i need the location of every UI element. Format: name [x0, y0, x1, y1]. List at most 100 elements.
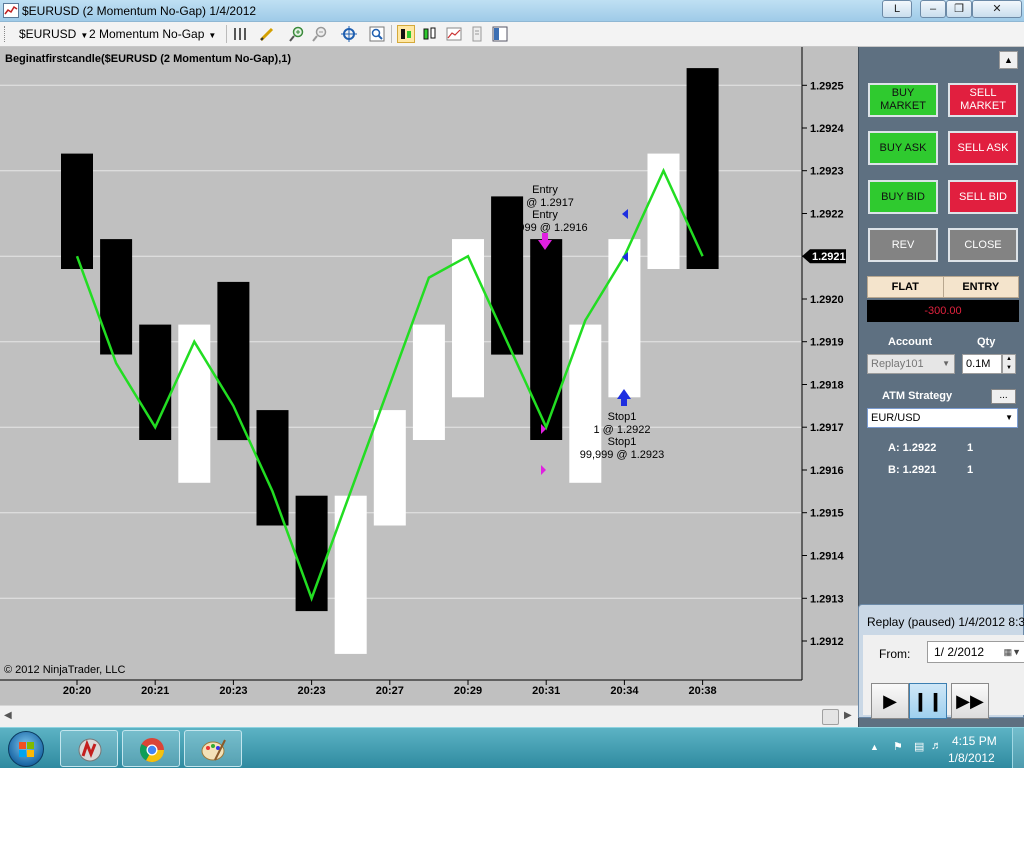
- price-bar[interactable]: [608, 239, 641, 398]
- bar-chart-style-icon[interactable]: [231, 25, 249, 43]
- x-tick-label: 20:34: [610, 685, 639, 697]
- play-icon: ▶: [883, 691, 897, 711]
- price-bar[interactable]: [373, 410, 406, 526]
- from-label: From:: [879, 647, 911, 661]
- from-date-value: 1/ 2/2012: [934, 645, 985, 659]
- bid-quantity: 1: [967, 464, 974, 476]
- windows-taskbar: ▲ ⚑ ▤ ♬ 4:15 PM 1/8/2012: [0, 727, 1024, 768]
- sell-bid-button[interactable]: SELL BID: [948, 180, 1018, 214]
- data-box-icon[interactable]: [445, 25, 463, 43]
- buy-ask-button[interactable]: BUY ASK: [868, 131, 938, 165]
- close-button[interactable]: ✕: [972, 0, 1022, 18]
- clock-time[interactable]: 4:15 PM: [952, 734, 997, 748]
- volume-icon[interactable]: ♬: [931, 740, 945, 754]
- ask-price: A: 1.2922: [888, 442, 937, 454]
- qty-label: Qty: [977, 336, 996, 348]
- restore-button[interactable]: ❐: [946, 0, 972, 18]
- toolbar-grip[interactable]: [4, 26, 8, 42]
- atm-strategy-value: EUR/USD: [871, 412, 921, 424]
- atm-strategy-select[interactable]: EUR/USD ▼: [867, 408, 1018, 428]
- price-chart[interactable]: 1.2925 1.2924 1.2923 1.2922 1.2921 1.2920 1.29…: [0, 47, 858, 705]
- x-tick-label: 20:31: [532, 685, 560, 697]
- taskbar-app-paint[interactable]: [184, 730, 242, 767]
- order-annotation: 1 @ 1.2922: [593, 424, 650, 436]
- tray-overflow-icon[interactable]: ▲: [870, 742, 879, 752]
- account-value: Replay101: [871, 358, 924, 370]
- plot-area[interactable]: [0, 47, 802, 680]
- candlestick-icon[interactable]: [421, 25, 439, 43]
- current-price-label: 1.2921: [812, 251, 846, 263]
- from-date-field[interactable]: 1/ 2/2012 ▦▼: [927, 641, 1024, 663]
- play-button[interactable]: ▶: [871, 683, 909, 719]
- chrome-icon: [139, 738, 164, 763]
- y-tick-label: 1.2917: [810, 422, 844, 434]
- window-title: $EURUSD (2 Momentum No-Gap) 1/4/2012: [22, 4, 257, 18]
- price-bar[interactable]: [412, 324, 445, 440]
- layout-icon[interactable]: [491, 25, 509, 43]
- collapse-up-icon[interactable]: ▲: [999, 51, 1018, 69]
- sell-market-button[interactable]: SELL MARKET: [948, 83, 1018, 117]
- price-bar[interactable]: [100, 239, 133, 355]
- toolbar-separator: [226, 25, 227, 43]
- scroll-left-icon[interactable]: ◀: [4, 710, 12, 721]
- price-bar[interactable]: [139, 324, 172, 440]
- chart-canvas[interactable]: 1.2925 1.2924 1.2923 1.2922 1.2921 1.2920 1.29…: [0, 47, 858, 705]
- taskbar-app-chrome[interactable]: [122, 730, 180, 767]
- x-tick-label: 20:21: [141, 685, 169, 697]
- window-title-bar[interactable]: $EURUSD (2 Momentum No-Gap) 1/4/2012 L –…: [0, 0, 1024, 22]
- replay-window[interactable]: Replay (paused) 1/4/2012 8:38 From: 1/ 2…: [858, 604, 1024, 719]
- show-desktop-button[interactable]: [1012, 728, 1024, 768]
- ninjatrader-icon: [78, 738, 102, 762]
- zoom-out-icon[interactable]: [311, 25, 329, 43]
- price-bar[interactable]: [178, 324, 211, 483]
- atm-more-button[interactable]: ...: [991, 389, 1016, 404]
- price-bar[interactable]: [491, 196, 524, 355]
- quantity-field[interactable]: 0.1M: [962, 354, 1002, 374]
- scrollbar-thumb[interactable]: [822, 709, 839, 725]
- quantity-stepper[interactable]: ▲ ▼: [1002, 354, 1016, 374]
- chart-trader-icon[interactable]: [397, 25, 415, 43]
- period-selector[interactable]: 2 Momentum No-Gap ▼: [89, 25, 216, 43]
- screen: $EURUSD (2 Momentum No-Gap) 1/4/2012 L –…: [0, 0, 1024, 768]
- pause-button[interactable]: ❙❙: [909, 683, 947, 719]
- fast-forward-button[interactable]: ▶▶: [951, 683, 989, 719]
- account-select[interactable]: Replay101 ▼: [867, 354, 955, 374]
- entry-label: ENTRY: [962, 281, 1000, 293]
- properties-icon[interactable]: [468, 25, 486, 43]
- minimize-button[interactable]: –: [920, 0, 946, 18]
- calendar-dropdown-icon[interactable]: ▦▼: [1004, 642, 1021, 662]
- action-center-flag-icon[interactable]: ⚑: [893, 740, 907, 754]
- y-tick-label: 1.2925: [810, 80, 844, 92]
- zoom-in-icon[interactable]: [288, 25, 306, 43]
- price-bar[interactable]: [530, 239, 563, 440]
- indicator-label: Beginatfirstcandle($EURUSD (2 Momentum N…: [5, 53, 292, 65]
- scroll-right-icon[interactable]: ▶: [844, 710, 852, 721]
- price-bar[interactable]: [295, 495, 328, 612]
- close-position-button[interactable]: CLOSE: [948, 228, 1018, 262]
- y-tick-label: 1.2913: [810, 593, 844, 605]
- start-button[interactable]: [8, 731, 44, 767]
- order-annotation: 999 @ 1.2916: [518, 222, 587, 234]
- price-bar[interactable]: [61, 153, 93, 269]
- network-icon[interactable]: ▤: [914, 740, 928, 754]
- chart-horizontal-scrollbar[interactable]: ◀ ▶: [0, 705, 858, 727]
- sell-ask-button[interactable]: SELL ASK: [948, 131, 1018, 165]
- price-bar[interactable]: [217, 281, 250, 441]
- buy-market-button[interactable]: BUY MARKET: [868, 83, 938, 117]
- taskbar-app-ninjatrader[interactable]: [60, 730, 118, 767]
- y-tick-label: 1.2916: [810, 465, 844, 477]
- y-tick-label: 1.2918: [810, 380, 844, 392]
- link-button[interactable]: L: [882, 0, 912, 18]
- windows-logo-icon: [19, 742, 35, 758]
- chart-toolbar: $EURUSD ▼ 2 Momentum No-Gap ▼: [0, 22, 1024, 47]
- reverse-button[interactable]: REV: [868, 228, 938, 262]
- instrument-selector[interactable]: $EURUSD ▼: [19, 25, 88, 43]
- price-bar[interactable]: [686, 68, 719, 269]
- magnifier-icon[interactable]: [368, 25, 386, 43]
- pencil-draw-icon[interactable]: [258, 25, 276, 43]
- order-annotation: 99,999 @ 1.2923: [580, 449, 665, 461]
- crosshair-icon[interactable]: [340, 25, 358, 43]
- chart-app-icon[interactable]: [3, 3, 19, 18]
- buy-bid-button[interactable]: BUY BID: [868, 180, 938, 214]
- clock-date[interactable]: 1/8/2012: [948, 751, 995, 765]
